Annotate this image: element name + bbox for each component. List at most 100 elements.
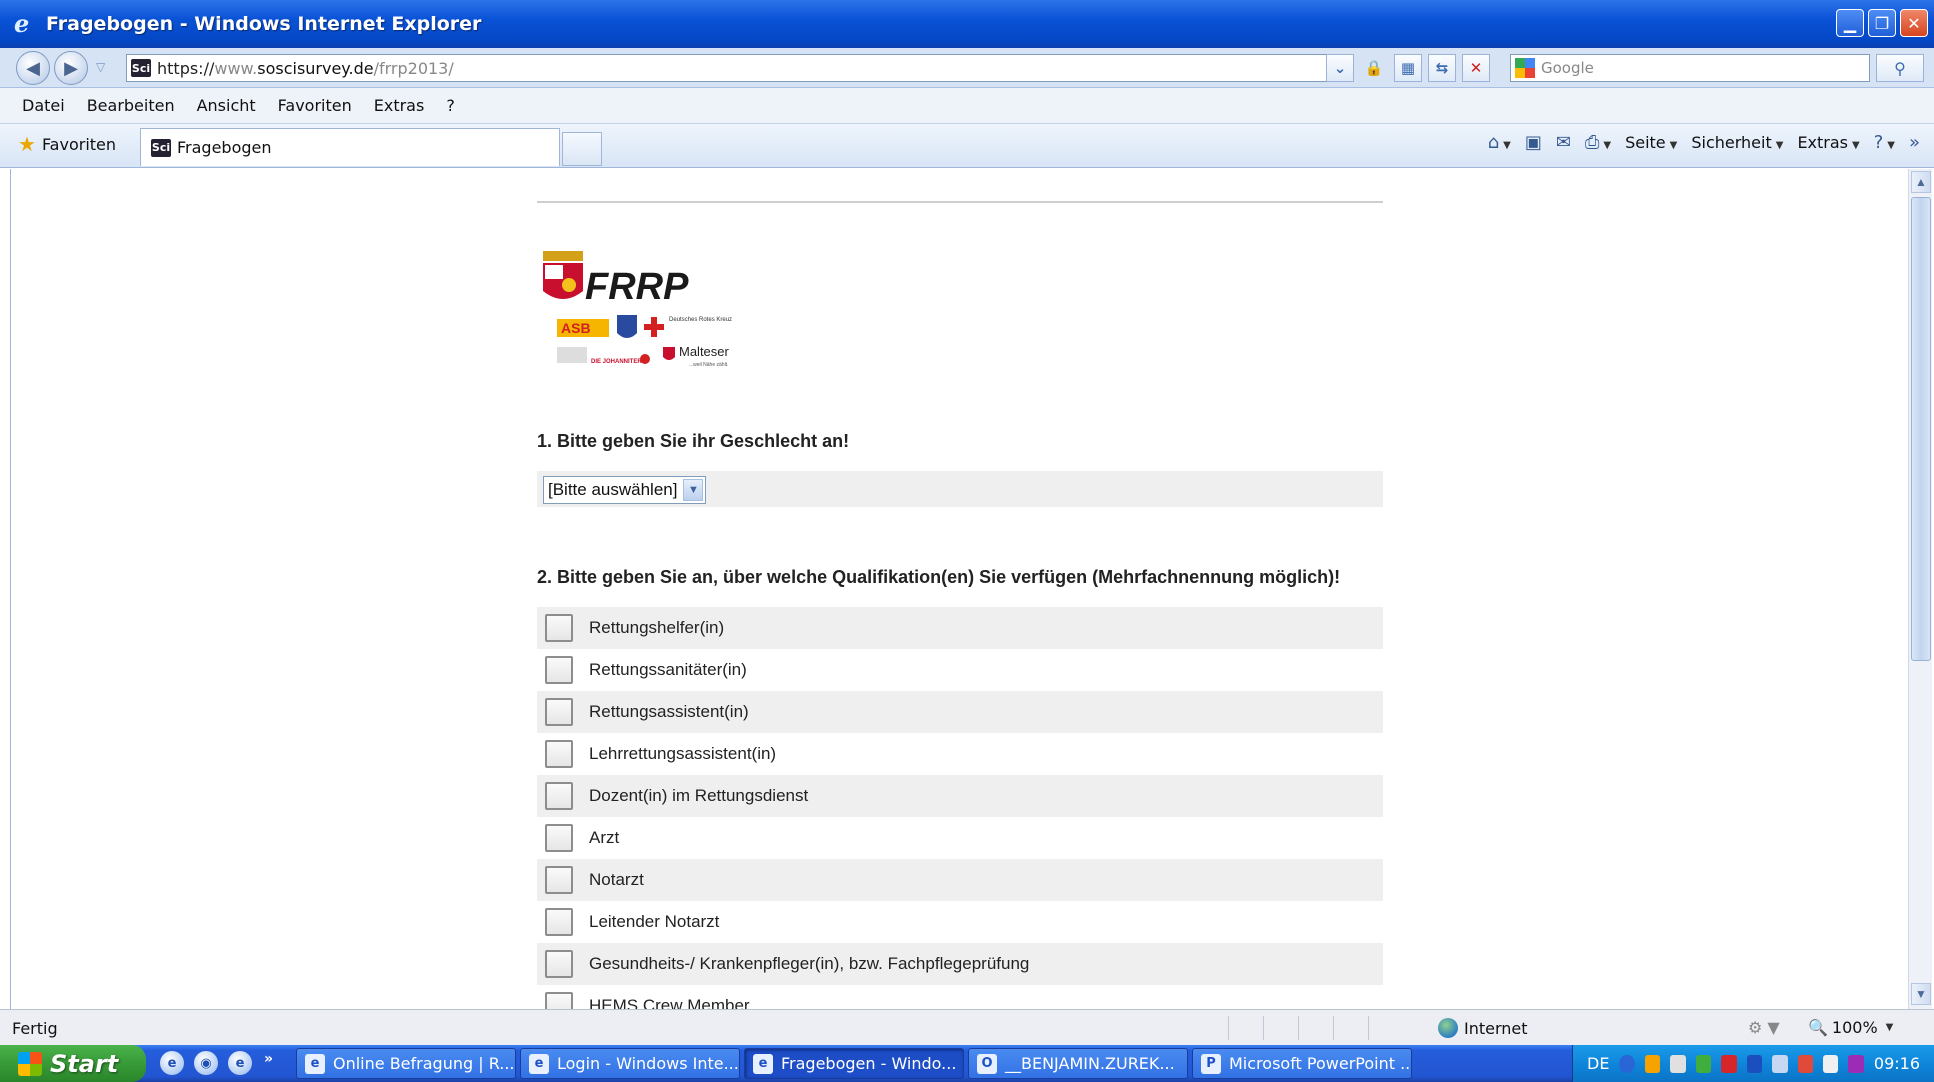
windows-logo-icon: [18, 1051, 42, 1076]
command-bar: ⌂ ▼ ▣ ✉ ⎙ ▼ Seite ▼ Sicherheit ▼ Extras ▼ ? ▼ …: [1488, 132, 1920, 153]
tray-extra-icon[interactable]: [1848, 1054, 1864, 1073]
zone-label: Internet: [1464, 1018, 1528, 1038]
extras-menu[interactable]: Extras ▼: [1797, 133, 1859, 152]
print-icon[interactable]: ⎙ ▼: [1585, 132, 1611, 153]
qualification-option[interactable]: Notarzt: [537, 859, 1383, 901]
checkbox[interactable]: [545, 866, 573, 894]
volume-icon[interactable]: [1670, 1054, 1686, 1073]
checkbox[interactable]: [545, 992, 573, 1009]
checkbox[interactable]: [545, 614, 573, 642]
chrome-quicklaunch-icon[interactable]: ◉: [194, 1051, 218, 1075]
option-label: Rettungssanitäter(in): [589, 660, 747, 679]
question-1-panel: [Bitte auswählen] ▼: [537, 471, 1383, 507]
refresh-button[interactable]: ⇆: [1428, 54, 1456, 82]
qualification-option[interactable]: Rettungshelfer(in): [537, 607, 1383, 649]
zoom-control[interactable]: 🔍 100% ▼: [1808, 1018, 1893, 1037]
bluetooth-icon[interactable]: [1746, 1054, 1763, 1073]
ie-quicklaunch-icon-2[interactable]: e: [228, 1051, 252, 1075]
search-button[interactable]: ⚲: [1876, 54, 1924, 82]
task-button-active[interactable]: e Fragebogen - Windo...: [744, 1048, 964, 1079]
qualification-option[interactable]: Arzt: [537, 817, 1383, 859]
display-icon[interactable]: [1772, 1054, 1788, 1073]
scroll-up-icon[interactable]: ▲: [1911, 171, 1931, 193]
qualification-option[interactable]: Rettungsassistent(in): [537, 691, 1383, 733]
checkbox[interactable]: [545, 824, 573, 852]
menu-item-help[interactable]: ?: [446, 96, 455, 115]
chevron-down-icon: ▼: [683, 479, 704, 501]
favorites-button[interactable]: ★ Favoriten: [18, 132, 116, 156]
tab-fragebogen[interactable]: Sci Fragebogen: [140, 128, 560, 166]
search-input[interactable]: Google: [1510, 54, 1870, 82]
quick-launch: e ◉ e »: [160, 1051, 273, 1075]
qualification-option[interactable]: Leitender Notarzt: [537, 901, 1383, 943]
security-menu[interactable]: Sicherheit ▼: [1691, 133, 1783, 152]
checkbox[interactable]: [545, 740, 573, 768]
feeds-icon[interactable]: ▣: [1525, 132, 1542, 153]
protected-mode-icon[interactable]: ⚙ ▼: [1748, 1018, 1780, 1037]
menu-item-extras[interactable]: Extras: [374, 96, 425, 115]
url-scheme: https://: [157, 58, 215, 78]
shield-icon: [617, 315, 637, 338]
scrollbar-thumb[interactable]: [1911, 197, 1931, 661]
vertical-scrollbar[interactable]: ▲ ▼: [1908, 169, 1932, 1009]
qualification-option[interactable]: Rettungssanitäter(in): [537, 649, 1383, 691]
forward-button[interactable]: ▶: [54, 51, 88, 85]
checkbox[interactable]: [545, 698, 573, 726]
taskbar: Start e ◉ e » e Online Befragung | R... e…: [0, 1045, 1934, 1082]
tray-app-icon[interactable]: [1644, 1054, 1661, 1073]
monitor-icon[interactable]: [1822, 1054, 1839, 1073]
scroll-down-icon[interactable]: ▼: [1911, 983, 1931, 1005]
new-tab-button[interactable]: [562, 132, 602, 166]
chevron-more-icon[interactable]: »: [264, 1051, 273, 1075]
menu-item-ansicht[interactable]: Ansicht: [197, 96, 256, 115]
task-button[interactable]: e Online Befragung | R...: [296, 1048, 516, 1079]
safe-remove-icon[interactable]: [1797, 1054, 1813, 1073]
menu-item-favoriten[interactable]: Favoriten: [278, 96, 352, 115]
minimize-button[interactable]: ▁: [1836, 9, 1864, 37]
stop-button[interactable]: ✕: [1462, 54, 1490, 82]
antivirus-icon[interactable]: [1721, 1054, 1737, 1073]
help-icon[interactable]: ? ▼: [1874, 132, 1895, 153]
checkbox[interactable]: [545, 656, 573, 684]
qualification-option[interactable]: HEMS Crew Member: [537, 985, 1383, 1009]
ie-window: e Fragebogen - Windows Internet Explorer…: [0, 0, 1934, 1082]
address-input[interactable]: Sci https://www. soscisurvey.de/frrp2013/: [126, 54, 1348, 82]
address-dropdown-button[interactable]: ⌄: [1326, 54, 1354, 82]
chevron-more-icon[interactable]: »: [1909, 132, 1920, 153]
qualification-option[interactable]: Lehrrettungsassistent(in): [537, 733, 1383, 775]
restore-button[interactable]: ❐: [1868, 9, 1896, 37]
menu-bar: Datei Bearbeiten Ansicht Favoriten Extra…: [0, 88, 1934, 124]
ie-quicklaunch-icon[interactable]: e: [160, 1051, 184, 1075]
johanniter-text: DIE JOHANNITER: [591, 359, 642, 365]
chevron-left-icon[interactable]: [1619, 1054, 1635, 1073]
menu-item-bearbeiten[interactable]: Bearbeiten: [87, 96, 175, 115]
home-icon[interactable]: ⌂ ▼: [1488, 132, 1511, 153]
security-zone[interactable]: Internet: [1438, 1018, 1528, 1038]
language-indicator[interactable]: DE: [1587, 1054, 1609, 1073]
task-label: Online Befragung | R...: [333, 1054, 515, 1073]
task-label: Login - Windows Inte...: [557, 1054, 739, 1073]
mail-icon[interactable]: ✉: [1556, 132, 1571, 153]
gender-select[interactable]: [Bitte auswählen] ▼: [543, 476, 707, 504]
checkbox[interactable]: [545, 782, 573, 810]
task-button[interactable]: P Microsoft PowerPoint ...: [1192, 1048, 1412, 1079]
lock-icon[interactable]: 🔒: [1360, 54, 1388, 82]
divider: [537, 201, 1383, 203]
globe-icon: [1438, 1018, 1458, 1038]
qualification-option[interactable]: Dozent(in) im Rettungsdienst: [537, 775, 1383, 817]
network-icon[interactable]: [1695, 1054, 1712, 1073]
qualification-option[interactable]: Gesundheits-/ Krankenpfleger(in), bzw. F…: [537, 943, 1383, 985]
back-button[interactable]: ◀: [16, 51, 50, 85]
menu-item-datei[interactable]: Datei: [22, 96, 65, 115]
task-button[interactable]: O __BENJAMIN.ZUREK...: [968, 1048, 1188, 1079]
page-menu[interactable]: Seite ▼: [1625, 133, 1677, 152]
compatibility-view-button[interactable]: ▦: [1394, 54, 1422, 82]
task-button[interactable]: e Login - Windows Inte...: [520, 1048, 740, 1079]
ie-icon: e: [753, 1053, 773, 1074]
checkbox[interactable]: [545, 950, 573, 978]
checkbox[interactable]: [545, 908, 573, 936]
history-dropdown-icon[interactable]: ▽: [96, 60, 105, 74]
start-button[interactable]: Start: [0, 1045, 146, 1082]
question-2-title: 2. Bitte geben Sie an, über welche Quali…: [537, 567, 1341, 587]
close-button[interactable]: ✕: [1900, 9, 1928, 37]
